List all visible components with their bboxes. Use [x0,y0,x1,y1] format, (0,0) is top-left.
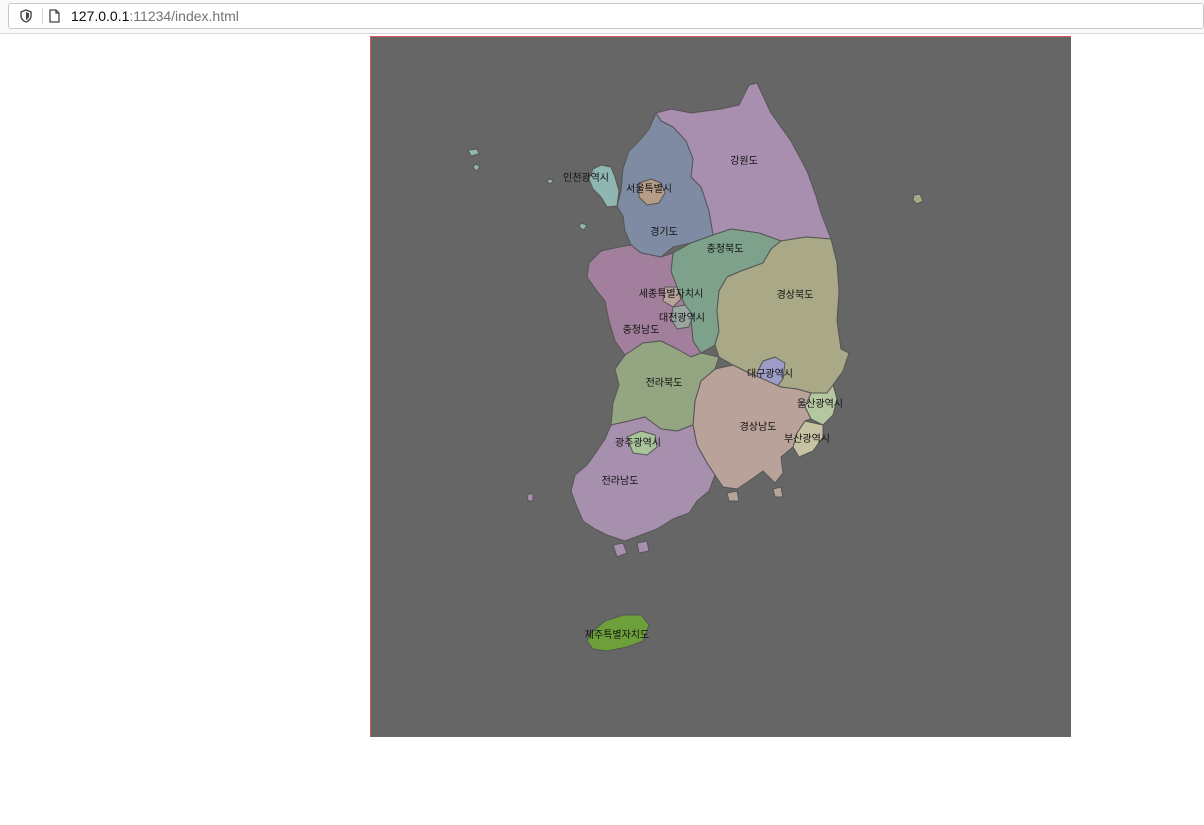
region-gyeongbuk-island[interactable] [912,193,924,205]
korea-map[interactable]: 강원도 경기도 서울특별시 인천광역시 충청북도 충청남도 세종특별자치시 대전… [371,37,1072,738]
page-icon[interactable] [47,9,61,23]
map-canvas[interactable]: 강원도 경기도 서울특별시 인천광역시 충청북도 충청남도 세종특별자치시 대전… [370,36,1071,737]
shield-icon[interactable] [19,9,33,23]
label-gyeongbuk: 경상북도 [777,288,814,301]
label-busan: 부산광역시 [784,433,830,445]
address-bar[interactable]: 127.0.0.1:11234/index.html [8,3,1204,29]
label-gwangju: 광주광역시 [615,437,661,449]
label-daegu: 대구광역시 [747,368,793,380]
region-incheon[interactable] [588,164,620,208]
label-sejong: 세종특별자치시 [639,288,703,300]
label-gyeonggi: 경기도 [650,225,678,238]
region-incheon-island[interactable] [467,148,588,231]
label-jeju: 제주특별자치도 [585,629,649,641]
label-daejeon: 대전광역시 [659,312,705,324]
label-seoul: 서울특별시 [626,183,672,195]
label-ulsan: 울산광역시 [797,398,843,410]
label-gyeongnam: 경상남도 [740,420,777,433]
label-chungbuk: 충청북도 [707,243,744,255]
label-jeonnam: 전라남도 [602,475,639,487]
address-separator [42,8,43,24]
url-text[interactable]: 127.0.0.1:11234/index.html [71,8,239,24]
label-jeonbuk: 전라북도 [646,377,683,389]
browser-toolbar: 127.0.0.1:11234/index.html [0,0,1204,34]
label-incheon: 인천광역시 [563,172,609,184]
url-path: :11234/index.html [129,8,239,24]
url-host: 127.0.0.1 [71,8,130,24]
label-gangwon: 강원도 [730,155,758,167]
label-chungnam: 충청남도 [623,324,660,336]
